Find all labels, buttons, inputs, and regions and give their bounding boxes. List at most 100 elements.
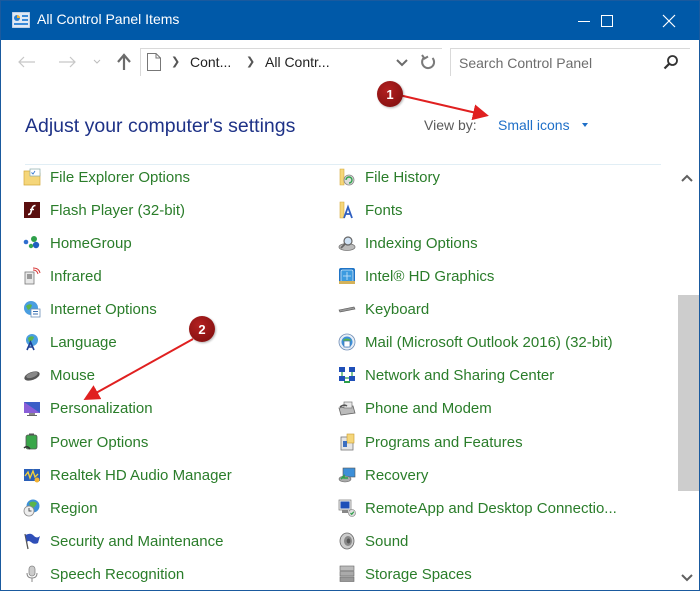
view-by-dropdown[interactable]: Small icons [498,117,570,133]
item-label: Flash Player (32-bit) [50,201,186,219]
item-flash-player[interactable]: Flash Player (32-bit) [23,199,185,221]
indexing-icon [338,236,356,251]
title-bar: All Control Panel Items [1,1,699,40]
item-intel-graphics[interactable]: Intel® HD Graphics [338,265,494,287]
item-phone-modem[interactable]: Phone and Modem [338,397,492,419]
item-file-explorer-options[interactable]: File Explorer Options [23,166,190,188]
maximize-button[interactable] [584,1,630,40]
item-label: File Explorer Options [50,168,191,186]
scroll-down-icon[interactable] [679,569,695,585]
item-realtek-audio[interactable]: Realtek HD Audio Manager [23,464,232,486]
recovery-icon [338,467,356,483]
item-label: Keyboard [365,300,430,318]
item-file-history[interactable]: File History [338,166,440,188]
document-icon [147,53,161,71]
item-label: File History [365,168,441,186]
item-label: Power Options [50,433,149,451]
item-label: Realtek HD Audio Manager [50,466,232,484]
address-bar[interactable]: ❯ Cont... ❯ All Contr... [140,48,442,76]
item-recovery[interactable]: Recovery [338,464,428,486]
item-label: Intel® HD Graphics [365,267,495,285]
control-panel-items: File Explorer Options Flash Player (32-b… [1,165,661,591]
programs-icon [340,433,355,451]
item-programs-features[interactable]: Programs and Features [338,431,523,453]
item-storage-spaces[interactable]: Storage Spaces [338,563,472,585]
back-button[interactable] [16,51,38,73]
item-region[interactable]: Region [23,497,98,519]
annotation-marker-1: 1 [377,81,403,107]
forward-button[interactable] [56,51,78,73]
fonts-icon [339,201,353,219]
maximize-icon [601,14,613,27]
mouse-icon [24,371,40,381]
annotation-marker-2: 2 [189,316,215,342]
view-by-label: View by: [424,117,477,133]
item-internet-options[interactable]: Internet Options [23,298,157,320]
view-by-caret-icon[interactable] [582,123,588,127]
item-label: Mail (Microsoft Outlook 2016) (32-bit) [365,333,613,351]
item-label: Speech Recognition [50,565,185,583]
item-fonts[interactable]: Fonts [338,199,403,221]
close-icon [662,14,676,27]
intel-graphics-icon [339,268,355,284]
item-speech-recognition[interactable]: Speech Recognition [23,563,184,585]
breadcrumb-control-panel[interactable]: Cont... [190,54,231,70]
file-history-icon [339,168,355,186]
item-label: Phone and Modem [365,399,492,417]
breadcrumb-separator-icon: ❯ [246,55,256,68]
search-icon[interactable] [663,54,679,70]
up-arrow-icon [117,53,131,70]
folder-options-icon [23,168,41,186]
item-label: Fonts [365,201,403,219]
scroll-up-icon[interactable] [679,171,695,187]
window-title: All Control Panel Items [37,11,180,27]
refresh-icon[interactable] [419,53,437,71]
item-mouse[interactable]: Mouse [23,364,95,386]
item-label: HomeGroup [50,234,132,252]
region-icon [23,499,40,517]
sound-icon [339,532,355,550]
item-label: Storage Spaces [365,565,472,583]
item-mail[interactable]: Mail (Microsoft Outlook 2016) (32-bit) [338,331,613,353]
scrollbar-thumb[interactable] [678,295,699,491]
item-label: RemoteApp and Desktop Connectio... [365,499,617,517]
item-label: Infrared [50,267,102,285]
item-infrared[interactable]: Infrared [23,265,102,287]
navigation-bar: ❯ Cont... ❯ All Contr... [1,40,699,84]
internet-options-icon [24,301,41,318]
personalization-icon [24,402,40,416]
storage-spaces-icon [339,565,355,582]
item-label: Internet Options [50,300,157,318]
audio-manager-icon [24,469,40,483]
control-panel-window: All Control Panel Items ❯ Cont... ❯ All … [0,0,700,591]
item-label: Programs and Features [365,433,523,451]
back-arrow-icon [18,56,35,68]
item-label: Mouse [50,366,96,384]
chevron-down-icon [93,59,101,64]
item-label: Indexing Options [365,234,478,252]
search-box[interactable] [450,48,690,76]
remoteapp-icon [338,499,356,517]
recent-locations-button[interactable] [86,51,108,73]
item-language[interactable]: Language [23,331,117,353]
item-power-options[interactable]: Power Options [23,431,148,453]
mail-icon [338,333,356,351]
item-keyboard[interactable]: Keyboard [338,298,429,320]
item-label: Personalization [50,399,153,417]
item-indexing-options[interactable]: Indexing Options [338,232,478,254]
item-personalization[interactable]: Personalization [23,397,153,419]
item-network-sharing[interactable]: Network and Sharing Center [338,364,554,386]
breadcrumb-all-control-panel-items[interactable]: All Contr... [265,54,330,70]
control-panel-icon [12,12,30,28]
language-icon [26,334,38,351]
item-sound[interactable]: Sound [338,530,408,552]
address-dropdown-icon[interactable] [395,55,409,69]
up-button[interactable] [113,51,135,73]
item-label: Sound [365,532,409,550]
item-homegroup[interactable]: HomeGroup [23,232,132,254]
item-label: Network and Sharing Center [365,366,555,384]
close-button[interactable] [646,1,692,40]
item-security-maintenance[interactable]: Security and Maintenance [23,530,223,552]
item-remoteapp[interactable]: RemoteApp and Desktop Connectio... [338,497,617,519]
search-input[interactable] [459,53,659,73]
